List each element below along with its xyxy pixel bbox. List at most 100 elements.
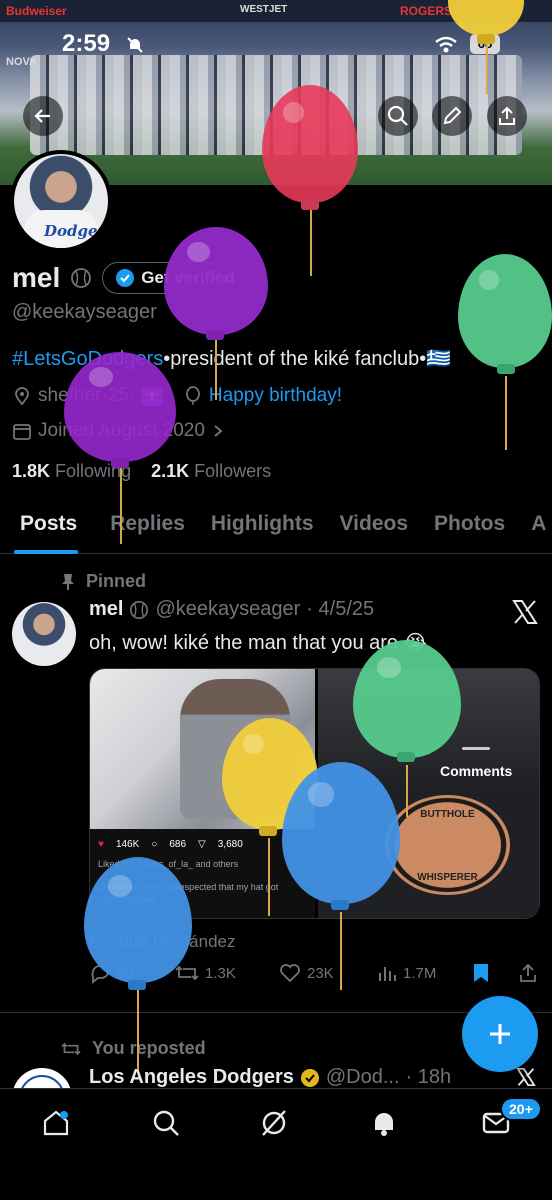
- home-icon: [43, 1110, 69, 1136]
- repost-header: Los Angeles Dodgers @Dod... · 18h: [89, 1066, 451, 1089]
- patch-text-bottom: WHISPERER: [417, 872, 478, 883]
- balloon-string: [268, 838, 270, 916]
- back-arrow-icon: [34, 109, 50, 123]
- post-author[interactable]: mel: [89, 598, 123, 621]
- x-logo-icon[interactable]: [516, 1068, 536, 1086]
- profile-handle: @keekayseager: [12, 301, 157, 323]
- green-balloon: [353, 640, 461, 758]
- balloon-knot: [331, 900, 349, 910]
- repost-handle: @Dod...: [325, 1066, 400, 1088]
- like-button[interactable]: 23K: [279, 962, 334, 984]
- post-header: mel @keekayseager · 4/5/25: [89, 598, 374, 621]
- baseball-icon: [71, 268, 92, 288]
- bio-text: •president of the kiké fanclub•: [163, 348, 427, 370]
- profile-meta: she/her·25· ✝ Happy birthday!: [12, 385, 342, 407]
- views-button[interactable]: 1.7M: [377, 963, 436, 983]
- blue-balloon: [84, 857, 192, 983]
- balloon-string: [505, 376, 507, 450]
- profile-avatar[interactable]: Dodgers: [10, 150, 112, 252]
- heart-icon: ♥: [98, 839, 104, 850]
- baseball-icon: [130, 600, 149, 619]
- post-handle: @keekayseager: [155, 598, 301, 620]
- follow-counts: 1.8K Following 2.1K Followers: [12, 461, 271, 482]
- grok-icon: [262, 1110, 286, 1136]
- balloon-knot: [397, 752, 415, 762]
- pin-location-icon: [15, 387, 29, 406]
- comments-label: Comments: [440, 763, 513, 779]
- send-icon: ▽: [198, 839, 206, 850]
- balloon-string: [310, 210, 312, 276]
- status-time: 2:59: [62, 30, 111, 57]
- sign-text: WESTJET: [240, 4, 288, 15]
- search-icon: [153, 1110, 179, 1136]
- tab-replies[interactable]: Replies: [90, 500, 198, 553]
- bio-flag: 🇬🇷: [426, 348, 452, 370]
- purple-balloon: [164, 227, 268, 335]
- status-bar: 2:59 68: [0, 30, 552, 60]
- repost-button[interactable]: 1.3K: [175, 962, 236, 984]
- avatar-jersey-text: Dodgers: [44, 222, 112, 240]
- views-count: 1.7M: [403, 964, 437, 982]
- bookmark-icon[interactable]: [471, 962, 491, 984]
- tab-videos[interactable]: Videos: [327, 500, 421, 553]
- heart-icon: [280, 964, 300, 983]
- edit-button[interactable]: [432, 96, 472, 136]
- gold-verified-icon: [300, 1068, 319, 1087]
- balloon-knot: [497, 364, 515, 374]
- balloon-knot: [259, 826, 277, 836]
- calendar-icon: [13, 424, 31, 440]
- pin-icon: [62, 573, 74, 590]
- balloon-string: [215, 340, 217, 400]
- repost-count: 1.3K: [205, 964, 236, 982]
- bell-icon: [375, 1113, 393, 1136]
- comment-icon: ○: [151, 839, 158, 850]
- sign-text: Budweiser: [6, 4, 67, 18]
- repost-indicator: You reposted: [60, 1038, 206, 1059]
- media-comment-count: 686: [169, 839, 187, 850]
- compose-button[interactable]: [462, 996, 538, 1072]
- chevron-right-icon[interactable]: [211, 424, 225, 438]
- repost-author[interactable]: Los Angeles Dodgers: [89, 1066, 294, 1089]
- sheet-handle: [462, 747, 490, 750]
- profile-bio: #LetsGoDodgers•president of the kiké fan…: [12, 346, 451, 371]
- followers-link[interactable]: 2.1K Followers: [151, 461, 271, 482]
- repost-time: · 18h: [405, 1066, 452, 1088]
- balloon-string: [406, 765, 408, 817]
- media-like-count: 146K: [115, 839, 140, 850]
- red-balloon: [262, 85, 358, 203]
- post-avatar[interactable]: [12, 602, 76, 666]
- pinned-label: Pinned: [86, 571, 147, 591]
- tab-posts[interactable]: Posts: [0, 500, 90, 554]
- share-icon[interactable]: [517, 962, 539, 984]
- nav-grok[interactable]: [256, 1105, 292, 1141]
- purple-balloon: [64, 352, 176, 462]
- balloon-knot: [301, 200, 319, 210]
- share-button[interactable]: [487, 96, 527, 136]
- plus-icon: [490, 1024, 510, 1044]
- pinned-indicator: Pinned: [60, 571, 146, 592]
- balloon-string: [486, 44, 488, 94]
- tab-photos[interactable]: Photos: [421, 500, 518, 553]
- verified-badge-icon: [116, 269, 135, 287]
- views-icon: [379, 967, 396, 981]
- search-button[interactable]: [378, 96, 418, 136]
- wifi-icon: [435, 36, 457, 53]
- patch-text-top: BUTTHOLE: [420, 809, 475, 820]
- x-logo-icon[interactable]: [512, 600, 538, 624]
- birthday-link[interactable]: Happy birthday!: [209, 385, 342, 407]
- nav-search[interactable]: [148, 1105, 184, 1141]
- media-share-count: 3,680: [217, 839, 243, 850]
- repost-icon: [175, 965, 199, 981]
- balloon-string: [120, 468, 122, 544]
- pencil-icon: [443, 106, 462, 125]
- post-date: · 4/5/25: [306, 598, 375, 620]
- nav-home[interactable]: [38, 1105, 74, 1141]
- media-stats: ♥ 146K ○ 686 ▽ 3,680: [98, 839, 243, 850]
- back-button[interactable]: [23, 96, 63, 136]
- nav-notifications[interactable]: [366, 1105, 402, 1141]
- tab-articles[interactable]: A: [518, 500, 552, 553]
- followers-label: Followers: [194, 461, 272, 481]
- tab-highlights[interactable]: Highlights: [198, 500, 327, 553]
- repost-label: You reposted: [92, 1038, 206, 1058]
